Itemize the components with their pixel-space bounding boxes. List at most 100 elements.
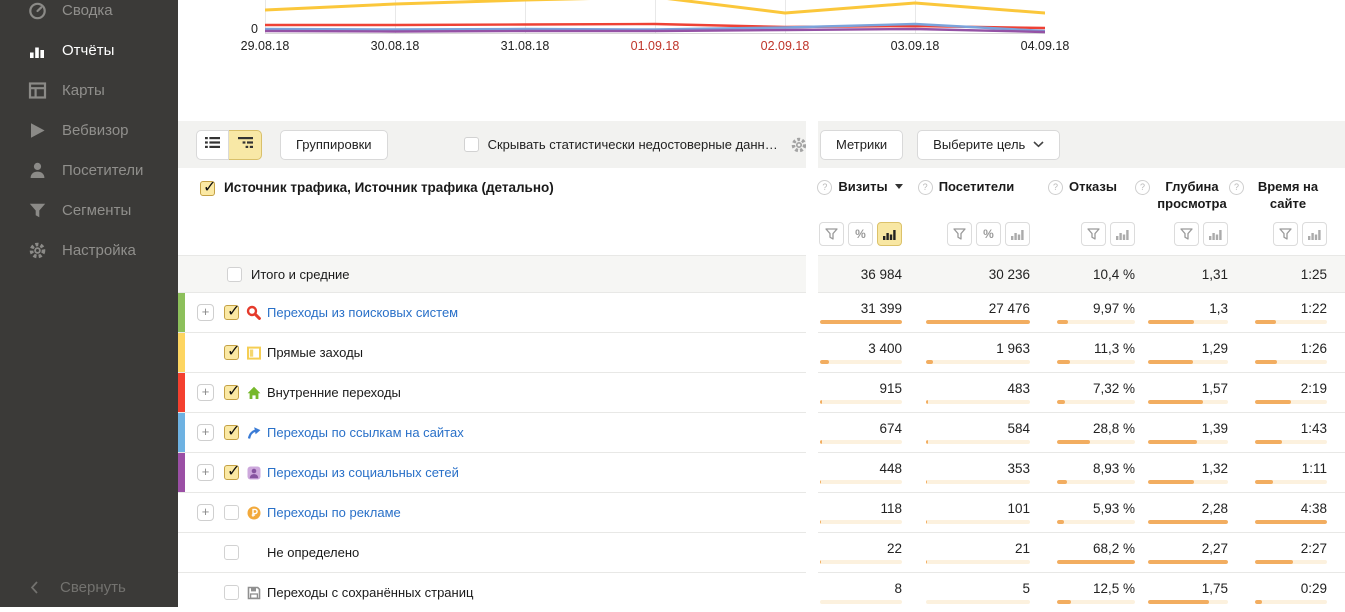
tree-view-button[interactable]: [229, 130, 262, 160]
select-goal-button[interactable]: Выберите цель: [917, 130, 1060, 160]
value-bar: [1057, 480, 1135, 484]
row-checkbox[interactable]: [224, 585, 239, 600]
metric-label: Глубина просмотра: [1156, 178, 1228, 212]
expand-button[interactable]: +: [197, 424, 214, 441]
value-bar-fill: [1255, 600, 1262, 604]
social-icon: [246, 465, 261, 480]
value-bar-fill: [1148, 320, 1194, 324]
sidebar-item-visitors[interactable]: Посетители: [0, 150, 178, 190]
row-checkbox[interactable]: [224, 545, 239, 560]
sidebar-item-label: Настройка: [62, 242, 136, 259]
expand-button[interactable]: +: [197, 504, 214, 521]
funnel-filter-button[interactable]: [1081, 222, 1106, 246]
metric-column-title[interactable]: ? Глубина просмотра: [1135, 178, 1228, 212]
funnel-filter-button[interactable]: [819, 222, 844, 246]
funnel-filter-button[interactable]: [947, 222, 972, 246]
value-bar: [1255, 560, 1327, 564]
row-metrics: 222168,2 %2,272:27: [818, 532, 1345, 572]
metric-cell: 3 400: [818, 333, 902, 372]
value-bar: [1057, 360, 1135, 364]
metric-value: 101: [1007, 501, 1030, 516]
row-checkbox[interactable]: [224, 385, 239, 400]
value-bar-fill: [1148, 360, 1193, 364]
metric-cell: 353: [902, 453, 1030, 492]
bars-filter-button[interactable]: [1110, 222, 1135, 246]
sidebar-collapse-button[interactable]: Свернуть: [30, 579, 126, 596]
sidebar-item-settings[interactable]: Настройка: [0, 230, 178, 270]
help-icon[interactable]: ?: [918, 180, 933, 195]
value-bar-fill: [1148, 480, 1194, 484]
value-bar-fill: [926, 480, 927, 484]
value-bar: [1148, 440, 1228, 444]
help-icon[interactable]: ?: [1048, 180, 1063, 195]
expand-button[interactable]: +: [197, 464, 214, 481]
metric-cell: 1,39: [1135, 413, 1228, 452]
value-bar-fill: [1255, 480, 1273, 484]
row-label[interactable]: Переходы из социальных сетей: [267, 465, 459, 480]
value-bar-fill: [926, 440, 928, 444]
metric-column-title[interactable]: ?Отказы: [1048, 178, 1117, 195]
bars-filter-button[interactable]: [1203, 222, 1228, 246]
metric-value: 27 476: [989, 301, 1030, 316]
value-bar-fill: [1255, 360, 1277, 364]
row-checkbox[interactable]: [224, 305, 239, 320]
expand-button[interactable]: +: [197, 384, 214, 401]
table-row: +Прямые заходы3 4001 96311,3 %1,291:26: [178, 332, 1345, 372]
funnel-filter-button[interactable]: [1273, 222, 1298, 246]
metric-value: 5: [1022, 581, 1030, 596]
metric-column-header: ? Глубина просмотра: [1135, 178, 1228, 255]
sidebar-item-segments[interactable]: Сегменты: [0, 190, 178, 230]
help-icon[interactable]: ?: [1229, 180, 1244, 195]
value-bar-fill: [1057, 320, 1068, 324]
metric-column-title[interactable]: ?Время на сайте: [1229, 178, 1326, 212]
metric-cell: 2:19: [1228, 373, 1327, 412]
value-bar: [1148, 600, 1228, 604]
hide-insignificant-checkbox[interactable]: [464, 137, 479, 152]
row-checkbox[interactable]: [224, 505, 239, 520]
bars-filter-button[interactable]: [877, 222, 902, 246]
metric-value: 8: [894, 581, 902, 596]
value-bar-fill: [1057, 360, 1070, 364]
metric-column-title[interactable]: ?Визиты: [817, 178, 902, 195]
row-label[interactable]: Переходы по рекламе: [267, 505, 401, 520]
metric-filter-buttons: [1030, 222, 1135, 255]
metric-column-title[interactable]: ?Посетители: [918, 178, 1015, 195]
value-bar-fill: [926, 360, 933, 364]
help-icon[interactable]: ?: [1135, 180, 1150, 195]
groupings-button[interactable]: Группировки: [280, 130, 388, 160]
percent-filter-button[interactable]: %: [976, 222, 1001, 246]
metric-cell: 10,4 %: [1030, 256, 1135, 292]
row-checkbox[interactable]: [227, 267, 242, 282]
x-axis-label: 31.08.18: [490, 39, 560, 53]
metric-cell: 31 399: [818, 293, 902, 332]
row-metrics: 31 39927 4769,97 %1,31:22: [818, 292, 1345, 332]
table-body: Итого и средние36 98430 23610,4 %1,311:2…: [178, 255, 1345, 612]
panel-gap: [806, 372, 818, 412]
sidebar-item-webvisor[interactable]: Вебвизор: [0, 110, 178, 150]
sidebar-item-summary[interactable]: Сводка: [0, 0, 178, 30]
hide-insignificant-control: Скрывать статистически недостоверные дан…: [464, 137, 778, 152]
sidebar-item-reports[interactable]: Отчёты: [0, 30, 178, 70]
dimension-checkbox[interactable]: [200, 181, 215, 196]
row-metrics: 9154837,32 %1,572:19: [818, 372, 1345, 412]
list-view-button[interactable]: [196, 130, 229, 160]
row-checkbox[interactable]: [224, 465, 239, 480]
percent-filter-button[interactable]: %: [848, 222, 873, 246]
chart-plot-area[interactable]: [265, 0, 1045, 37]
bars-filter-button[interactable]: [1005, 222, 1030, 246]
row-metrics: 67458428,8 %1,391:43: [818, 412, 1345, 452]
sidebar-item-maps[interactable]: Карты: [0, 70, 178, 110]
table-row: +Переходы по рекламе1181015,93 %2,284:38: [178, 492, 1345, 532]
row-color-chip: [178, 573, 185, 612]
metrics-button[interactable]: Метрики: [820, 130, 903, 160]
funnel-filter-button[interactable]: [1174, 222, 1199, 246]
expand-button[interactable]: +: [197, 304, 214, 321]
help-icon[interactable]: ?: [817, 180, 832, 195]
metric-cell: 12,5 %: [1030, 573, 1135, 612]
bars-filter-button[interactable]: [1302, 222, 1327, 246]
row-checkbox[interactable]: [224, 345, 239, 360]
value-bar-fill: [820, 360, 829, 364]
row-label[interactable]: Переходы из поисковых систем: [267, 305, 458, 320]
row-checkbox[interactable]: [224, 425, 239, 440]
row-label[interactable]: Переходы по ссылкам на сайтах: [267, 425, 464, 440]
